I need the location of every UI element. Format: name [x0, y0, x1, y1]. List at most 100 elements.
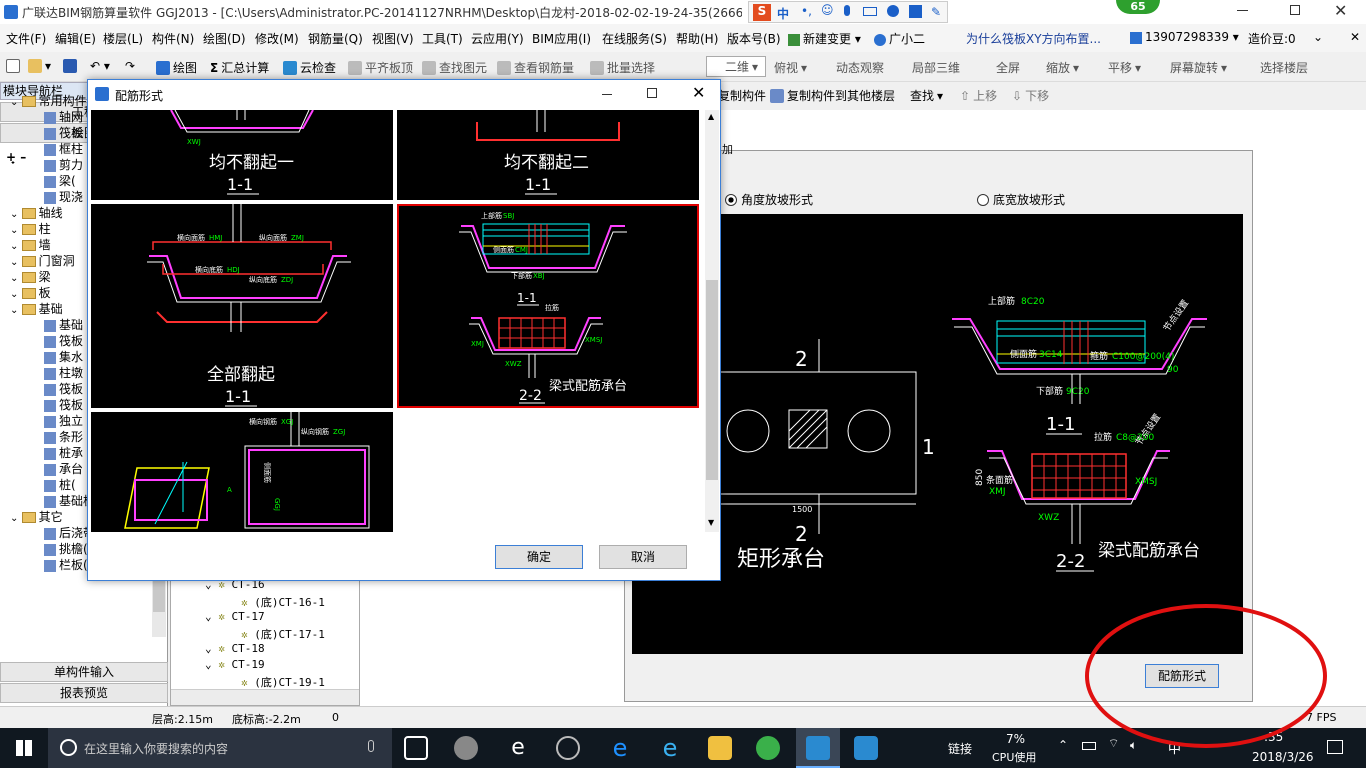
expand-icon[interactable]: ⌄: [205, 658, 218, 671]
user-icon[interactable]: [887, 5, 899, 17]
component-list-item[interactable]: ✲ (底)CT-16-1: [241, 594, 325, 610]
tree-folder[interactable]: ⌄ 其它: [10, 508, 63, 525]
tree-item[interactable]: 筏板: [44, 380, 83, 397]
dialog-scrollbar[interactable]: ▲ ▼: [705, 110, 719, 532]
action-center-icon[interactable]: [1327, 740, 1343, 754]
windows-start-icon[interactable]: [16, 740, 32, 756]
tree-item[interactable]: 承台: [44, 460, 83, 477]
component-list-item[interactable]: ⌄ ✲ CT-18: [205, 642, 265, 655]
battery-icon[interactable]: [1082, 742, 1096, 750]
form-option-3[interactable]: 横向面筋 HMJ 纵向面筋 ZMJ 横向底筋 HDJ 纵向底筋 ZDJ 全部翻起…: [91, 204, 393, 408]
radio-width[interactable]: 底宽放坡形式: [977, 191, 1065, 208]
expand-icon[interactable]: ⌄: [10, 225, 22, 236]
menu-file[interactable]: 文件(F): [6, 30, 46, 47]
zoom-button[interactable]: 缩放 ▾: [1046, 59, 1079, 76]
form-option-2[interactable]: 均不翻起二 1-1: [397, 110, 699, 200]
select-floor-button[interactable]: 选择楼层: [1260, 59, 1308, 76]
dialog-minimize-button[interactable]: [602, 94, 612, 95]
menu-help[interactable]: 帮助(H): [676, 30, 718, 47]
menu-tools[interactable]: 工具(T): [422, 30, 463, 47]
menu-online[interactable]: 在线服务(S): [602, 30, 667, 47]
tree-item[interactable]: 剪力: [44, 156, 83, 173]
tree-folder[interactable]: ⌄ 柱: [10, 220, 51, 237]
menu-edit[interactable]: 编辑(E): [55, 30, 96, 47]
save-icon[interactable]: [63, 59, 77, 73]
tree-item[interactable]: 独立: [44, 412, 83, 429]
wifi-icon[interactable]: ⌔: [1108, 736, 1119, 751]
tree-item[interactable]: 基础: [44, 316, 83, 333]
question-link[interactable]: 为什么筏板XY方向布置...: [966, 30, 1101, 47]
notification-badge[interactable]: 65: [1116, 0, 1160, 14]
clock-date[interactable]: 2018/3/26: [1252, 750, 1314, 764]
find-button[interactable]: 查找 ▾: [910, 87, 943, 104]
component-list-item[interactable]: ✲ (底)CT-17-1: [241, 626, 325, 642]
glodon-spiral-icon[interactable]: [556, 736, 580, 760]
task-view-icon[interactable]: [404, 736, 428, 760]
tree-item[interactable]: 框柱: [44, 140, 83, 157]
tree-folder[interactable]: ⌄ 基础: [10, 300, 63, 317]
tree-item[interactable]: 条形: [44, 428, 83, 445]
expand-icon[interactable]: ⌄: [10, 305, 22, 316]
new-change-menu[interactable]: 新建变更 ▾: [788, 30, 861, 47]
mic-icon[interactable]: [844, 5, 850, 16]
screen-rotate-button[interactable]: 屏幕旋转 ▾: [1170, 59, 1227, 76]
expand-all-icon[interactable]: +̟ –: [6, 150, 26, 164]
glodon-g-icon[interactable]: [854, 736, 878, 760]
wrench-icon[interactable]: ✎: [931, 5, 941, 19]
volume-icon[interactable]: 🔈︎: [1130, 738, 1137, 753]
undo-icon[interactable]: ↶ ▾: [90, 59, 110, 73]
move-down-button[interactable]: ⇩ 下移: [1012, 87, 1049, 104]
sogou-toolbar[interactable]: S 中 •, ☺ ✎: [748, 1, 948, 23]
copy-component-button[interactable]: 复制构件: [718, 87, 766, 104]
orbit-button[interactable]: 动态观察: [836, 59, 884, 76]
expand-icon[interactable]: ⌄: [10, 209, 22, 220]
expand-icon[interactable]: ⌄: [10, 513, 22, 524]
ie-old-icon[interactable]: e: [506, 736, 530, 760]
xiaoer-menu[interactable]: 广小二: [874, 30, 925, 47]
single-input-button[interactable]: 单构件输入: [0, 662, 168, 682]
tree-item[interactable]: 筏板: [44, 396, 83, 413]
clock-time[interactable]: :35: [1264, 730, 1283, 744]
taskbar-search-box[interactable]: 在这里输入你要搜索的内容: [48, 728, 392, 768]
close-doc-icon[interactable]: ✕: [1350, 30, 1360, 44]
expand-icon[interactable]: ⌄: [10, 273, 22, 284]
rebar-form-button[interactable]: 配筋形式: [1145, 664, 1219, 688]
form-option-4-selected[interactable]: 上部筋 SBJ 侧面筋 CMJ 下部筋 XBJ 1-1 拉筋 XMJ XMSJ …: [397, 204, 699, 408]
cloud-check-button[interactable]: 云检查: [283, 59, 336, 76]
menu-version[interactable]: 版本号(B): [727, 30, 781, 47]
tree-item[interactable]: 筏板: [44, 124, 83, 141]
menu-modify[interactable]: 修改(M): [255, 30, 299, 47]
tree-folder[interactable]: ⌄ 门窗洞: [10, 252, 75, 269]
local-3d-button[interactable]: 局部三维: [912, 59, 960, 76]
emoji-icon[interactable]: ☺: [821, 3, 834, 17]
form-option-5[interactable]: A 横向钢筋 XGJ 纵向钢筋 ZGJ 侧面筋 GGJ: [91, 412, 393, 532]
browser-360-icon[interactable]: [756, 736, 780, 760]
dialog-close-button[interactable]: ✕: [692, 83, 705, 102]
report-preview-button[interactable]: 报表预览: [0, 683, 168, 703]
ok-button[interactable]: 确定: [495, 545, 583, 569]
menu-cloud[interactable]: 云应用(Y): [471, 30, 524, 47]
find-element-button[interactable]: 查找图元: [422, 59, 487, 76]
partial-tab[interactable]: 加: [722, 141, 733, 157]
copy-to-floor-button[interactable]: 复制构件到其他楼层: [770, 87, 895, 104]
mic-icon[interactable]: [368, 740, 374, 752]
radio-angle[interactable]: 角度放坡形式: [725, 191, 813, 208]
new-file-icon[interactable]: [6, 59, 20, 73]
ime-indicator[interactable]: 中: [1168, 738, 1181, 757]
minimize-button[interactable]: [1237, 10, 1248, 11]
form-option-1[interactable]: XWJ 均不翻起一 1-1: [91, 109, 393, 200]
menu-component[interactable]: 构件(N): [152, 30, 194, 47]
close-button[interactable]: ✕: [1334, 1, 1347, 20]
tree-item[interactable]: 筏板: [44, 332, 83, 349]
tree-folder[interactable]: ⌄ 梁: [10, 268, 51, 285]
expand-icon[interactable]: ⌄: [10, 241, 22, 252]
pan-button[interactable]: 平移 ▾: [1108, 59, 1141, 76]
component-list-item[interactable]: ⌄ ✲ CT-17: [205, 610, 265, 623]
component-list-item[interactable]: ✲ (底)CT-19-1: [241, 674, 325, 690]
sogou-ime-mode[interactable]: 中: [777, 5, 789, 22]
active-app-highlight[interactable]: [796, 728, 840, 768]
tree-item[interactable]: 桩承: [44, 444, 83, 461]
scroll-thumb[interactable]: [706, 280, 718, 480]
move-up-button[interactable]: ⇧ 上移: [960, 87, 997, 104]
menu-draw[interactable]: 绘图(D): [203, 30, 246, 47]
